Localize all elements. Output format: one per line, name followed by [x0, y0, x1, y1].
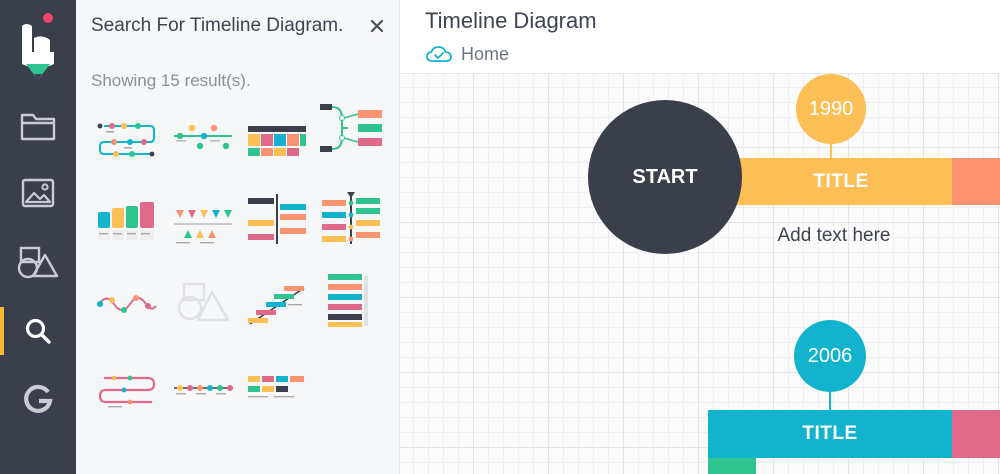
timeline-bar-orange-segment[interactable] — [952, 158, 1000, 205]
panel-title: Search For Timeline Diagram. — [91, 15, 344, 36]
search-results-panel: Search For Timeline Diagram. Showing 15 … — [76, 0, 400, 474]
shapes-icon — [17, 246, 59, 279]
template-thumbnail-11[interactable] — [244, 278, 310, 334]
template-thumbnail-14[interactable] — [170, 362, 236, 418]
year-1990-connector — [830, 142, 832, 158]
template-thumbnail-1[interactable] — [94, 108, 160, 164]
template-thumbnail-5[interactable] — [94, 196, 160, 252]
year-2006-bubble[interactable]: 2006 — [794, 320, 866, 392]
folder-icon — [20, 113, 56, 141]
timeline-bar-title-1[interactable]: TITLE — [730, 158, 952, 205]
breadcrumb-home: Home — [461, 43, 510, 64]
rail-files-button[interactable] — [0, 98, 76, 154]
template-thumbnail-3[interactable] — [244, 108, 310, 164]
app-logo-icon[interactable] — [16, 12, 60, 84]
google-icon — [24, 384, 53, 413]
document-title[interactable]: Timeline Diagram — [425, 8, 597, 34]
rail-google-button[interactable] — [0, 371, 76, 427]
template-thumbnail-7[interactable] — [244, 190, 310, 246]
template-thumbnail-6[interactable] — [170, 196, 236, 252]
timeline-note-text[interactable]: Add text here — [740, 225, 928, 247]
app-window: Search For Timeline Diagram. Showing 15 … — [0, 0, 1000, 474]
close-icon — [370, 19, 384, 33]
cloud-check-icon — [426, 46, 452, 62]
rail-shapes-button[interactable] — [0, 234, 76, 290]
template-thumbnail-2[interactable] — [170, 108, 236, 164]
template-thumbnail-15[interactable] — [244, 362, 310, 418]
editor-area: Timeline Diagram Home TITLE START 1990 A… — [400, 0, 1000, 474]
close-panel-button[interactable] — [366, 15, 388, 37]
timeline-bar-title-2[interactable]: TITLE — [708, 410, 952, 458]
template-thumbnail-12[interactable] — [318, 272, 384, 328]
rail-images-button[interactable] — [0, 165, 76, 221]
template-thumbnail-4[interactable] — [318, 100, 384, 156]
timeline-bar-pink-segment[interactable] — [952, 410, 1000, 458]
result-count: Showing 15 result(s). — [91, 71, 251, 90]
diagram-canvas[interactable]: TITLE START 1990 Add text here 2006 TITL… — [400, 74, 1000, 474]
left-rail — [0, 0, 76, 474]
search-icon — [25, 318, 51, 344]
start-circle[interactable]: START — [588, 100, 742, 254]
image-icon — [21, 178, 55, 208]
document-header: Timeline Diagram Home — [400, 0, 1000, 74]
rail-search-button[interactable] — [0, 303, 76, 359]
breadcrumb[interactable]: Home — [425, 42, 509, 66]
template-thumbnail-8[interactable] — [318, 190, 384, 246]
timeline-bar-green-segment[interactable] — [708, 458, 756, 474]
year-2006-connector — [829, 390, 831, 410]
template-thumbnail-9[interactable] — [94, 276, 160, 332]
template-thumbnail-13[interactable] — [94, 362, 160, 418]
template-thumbnail-10-placeholder[interactable] — [170, 276, 236, 332]
year-1990-bubble[interactable]: 1990 — [796, 74, 866, 144]
